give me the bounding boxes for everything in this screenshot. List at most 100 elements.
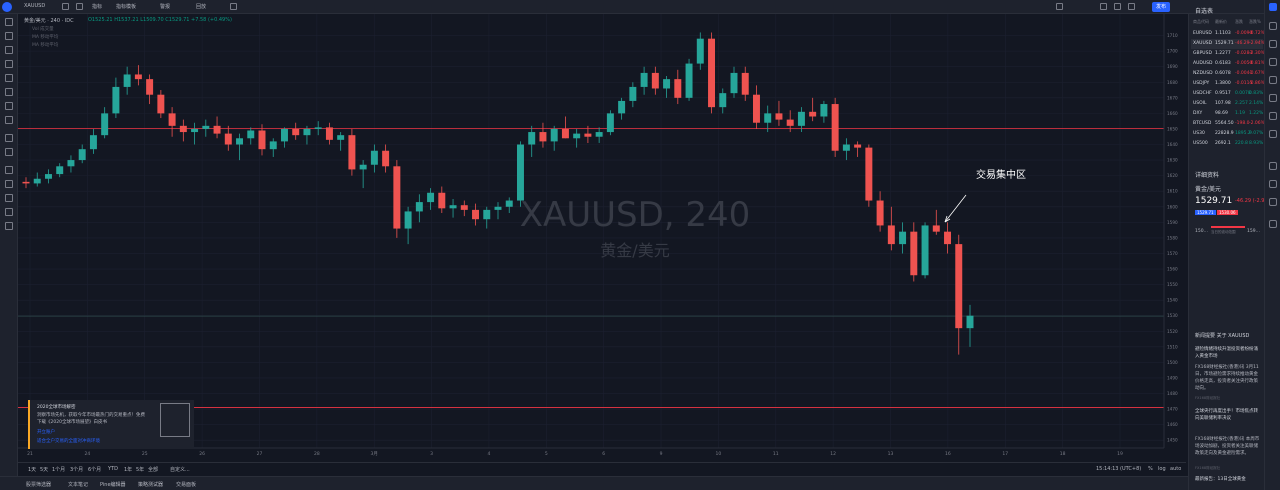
watchlist-row[interactable]: US500 2692.1 220.8 8.93% [1191,139,1263,149]
watchlist-row[interactable]: US30 22828.9 1895.2 9.07% [1191,129,1263,139]
tab-trading-panel[interactable]: 交易面板 [176,481,196,488]
data-window-icon[interactable] [1269,40,1277,48]
promo-link[interactable]: 开立账户 [37,429,55,435]
watchlist-row[interactable]: USDCHF 0.9517 0.0078 0.83% [1191,89,1263,99]
news-title[interactable]: 避险情绪持续升温投资者纷纷涌入黄金市场 [1195,346,1261,360]
replay-button[interactable]: 回放 [196,3,206,10]
trash-icon[interactable] [5,222,13,230]
chart-annotation[interactable]: 交易集中区 [976,166,1026,181]
calendar-icon[interactable] [1269,76,1277,84]
legend-title[interactable]: 黄金/美元 · 240 · IDC [24,17,74,24]
time-tick-label: 28 [314,451,320,457]
row-percent: -2.94% [1249,41,1265,46]
watchlist-title[interactable]: 自选表 [1195,6,1213,15]
undo-icon[interactable] [230,3,237,10]
clock[interactable]: 15:14:13 (UTC+8) [1096,466,1141,472]
watchlist-row[interactable]: USDJPY 1.3800 -0.0115 -0.86% [1191,79,1265,89]
watchlist-row[interactable]: AUDUSD 0.6183 -0.0050 -0.81% [1191,59,1265,69]
promo-popup[interactable]: 2020全球市场解密 洞察市场先机，获取今年市场最热门的交易重点！免费 下载《2… [28,400,194,449]
zoom-icon[interactable] [5,148,13,156]
range-button[interactable]: YTD [108,466,118,472]
ideas-icon[interactable] [1269,112,1277,120]
settings-icon[interactable] [1100,3,1107,10]
hotlist-icon[interactable] [1269,58,1277,66]
range-button[interactable]: 5年 [136,466,144,473]
range-button[interactable]: 1天 [28,466,36,473]
candle-body [674,79,682,98]
tab-strategy-tester[interactable]: 策略测试器 [138,481,163,488]
watchlist-row[interactable]: EURUSD 1.1103 -0.0090 -0.72% [1191,29,1265,39]
icon-tool-icon[interactable] [5,116,13,124]
alerts-icon[interactable] [1269,22,1277,30]
range-button[interactable]: 5天 [40,466,48,473]
interval-icon[interactable] [62,3,69,10]
ruler-icon[interactable] [5,134,13,142]
range-button[interactable]: 全部 [148,466,158,473]
news-icon[interactable] [1269,94,1277,102]
row-percent: 1.22% [1249,111,1264,116]
app-logo[interactable] [2,2,12,12]
watchlist-row[interactable]: USOIL 107.98 2.257 2.14% [1191,99,1263,109]
percent-toggle[interactable]: % [1148,466,1153,472]
candle-body [348,135,356,170]
lock-icon[interactable] [5,180,13,188]
col-symbol[interactable]: 商品代码 [1193,19,1209,25]
magnet-icon[interactable] [5,166,13,174]
streams-icon[interactable] [1269,130,1277,138]
notifications-icon[interactable] [1269,180,1277,188]
fib-icon[interactable] [5,46,13,54]
tab-notes[interactable]: 文本笔记 [68,481,88,488]
watchlist-row[interactable]: NZDUSD 0.6078 -0.0041 -0.67% [1191,69,1265,79]
trendline-icon[interactable] [5,32,13,40]
fullscreen-icon[interactable] [1114,3,1121,10]
candle-body [415,202,423,212]
promo-title: 2020全球市场解密 [37,405,76,410]
row-last: 0.6078 [1215,71,1231,76]
help-icon[interactable] [1269,220,1277,228]
log-toggle[interactable]: log [1158,466,1166,472]
templates-button[interactable]: 指标模板 [116,3,136,10]
prediction-icon[interactable] [5,102,13,110]
publish-button[interactable]: 发布 [1152,2,1170,12]
watchlist-row[interactable]: XAUUSD 1529.71 -46.29 -2.94% [1191,39,1265,49]
text-icon[interactable] [5,74,13,82]
symbol-search[interactable]: XAUUSD [24,3,45,9]
camera-icon[interactable] [1128,3,1135,10]
watchlist-row[interactable]: DXY 98.69 1.19 1.22% [1191,109,1263,119]
col-pct[interactable]: 涨跌% [1249,19,1261,25]
watchlist-icon[interactable] [1269,3,1277,11]
brush-icon[interactable] [5,60,13,68]
auto-toggle[interactable]: auto [1170,466,1181,472]
hide-icon[interactable] [5,194,13,202]
watchlist-row[interactable]: GBPUSD 1.2277 -0.0283 -2.30% [1191,49,1265,59]
legend-indicator[interactable]: MA 移动平均 [32,42,58,48]
range-button[interactable]: 3个月 [70,466,83,473]
crosshair-icon[interactable] [5,18,13,26]
watchlist-row[interactable]: BTCUSD 5564.50 -198.0 -2.06% [1191,119,1265,129]
legend-indicator[interactable]: Vol 成交量 [32,26,54,32]
alerts-button[interactable]: 警报 [160,3,170,10]
chat-icon[interactable] [1269,162,1277,170]
tab-pine-editor[interactable]: Pine编辑器 [100,481,126,488]
range-button[interactable]: 1年 [124,466,132,473]
range-button[interactable]: 1个月 [52,466,65,473]
row-last: 22828.9 [1215,131,1234,136]
eye-icon[interactable] [5,208,13,216]
news-header[interactable]: 新闻提要 关于 XAUUSD [1195,332,1249,339]
tab-screener[interactable]: 股票筛选器 [26,481,51,488]
chart-type-icon[interactable] [76,3,83,10]
col-chg[interactable]: 涨跌 [1235,19,1243,25]
news-title[interactable]: 最新报告：13日全球黄金 [1195,476,1246,482]
range-button[interactable]: 6个月 [88,466,101,473]
pattern-icon[interactable] [5,88,13,96]
layout-icon[interactable] [1056,3,1063,10]
indicators-button[interactable]: 指标 [92,3,102,10]
promo-link[interactable]: 适合全户交易的全面对冲商环境 [37,438,100,444]
signals-icon[interactable] [1269,198,1277,206]
row-last: 1.2277 [1215,51,1231,56]
col-last[interactable]: 最新价 [1215,19,1227,25]
legend-indicator[interactable]: MA 移动平均 [32,34,58,40]
range-button[interactable]: 自定义... [170,466,190,473]
candle-body [44,174,52,179]
news-title[interactable]: 全球央行再度出手！市场焦点转向美联储利率决议 [1195,408,1261,436]
